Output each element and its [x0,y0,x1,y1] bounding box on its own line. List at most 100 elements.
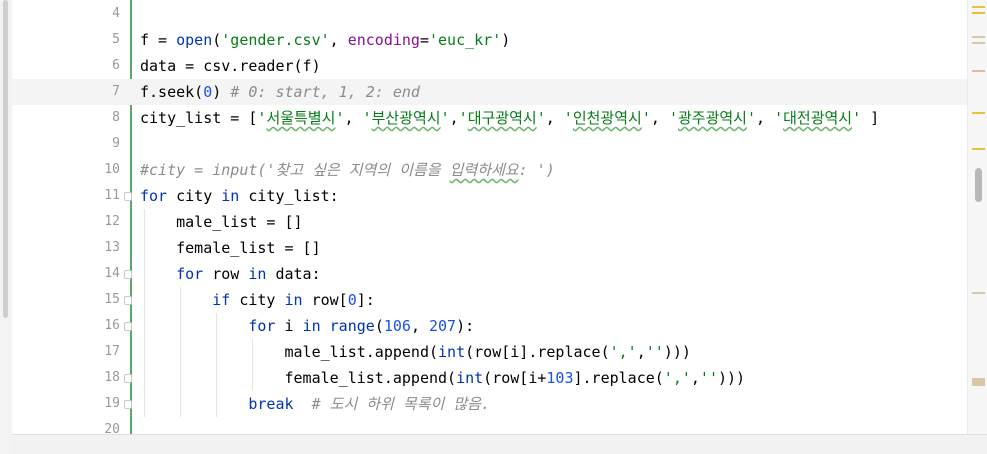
error-stripe-mark[interactable] [972,42,985,44]
code-line[interactable]: 13 female_list = [] [12,235,967,261]
code-token: female_list.append( [140,369,457,387]
code-line[interactable]: 7 f.seek(0) # 0: start, 1, 2: end [12,79,967,105]
line-number: 8 [112,110,120,125]
code-token: city [230,291,285,309]
code-line[interactable]: 18 female_list.append(int(row[i+103].rep… [12,365,967,391]
fold-toggle-icon[interactable] [124,192,132,201]
code-line[interactable]: 5 f = open('gender.csv', encoding='euc_kr… [12,27,967,53]
code-text: female_list.append(int(row[i+103].replac… [140,365,745,391]
code-editor[interactable]: 45f = open('gender.csv', encoding='euc_k… [12,0,967,434]
code-token: ) [501,31,511,49]
code-token: , [545,109,564,127]
code-line[interactable]: 11 for city in city_list: [12,183,967,209]
code-token: city [167,187,222,205]
line-number: 15 [104,292,120,307]
code-token: int [438,343,466,361]
code-text: data = csv.reader(f) [140,53,321,79]
code-token: data: [266,265,321,283]
code-token: f = [140,31,177,49]
code-text: female_list = [] [140,235,321,261]
fold-toggle-icon[interactable] [124,400,132,409]
code-token: 0 [347,291,357,309]
code-token: 인천광역시 [572,109,642,127]
code-token: ' [774,109,784,127]
fold-toggle-icon[interactable] [124,296,132,305]
code-token: city_list: [239,187,339,205]
code-line[interactable]: 17 male_list.append(int(row[i].replace('… [12,339,967,365]
code-line[interactable]: 8 city_list = ['서울특별시', '부산광역시','대구광역시', … [12,105,967,131]
vertical-scrollbar-thumb[interactable] [975,168,982,202]
error-stripe-mark[interactable] [972,148,985,150]
code-text: for city in city_list: [140,183,339,209]
fold-toggle-icon[interactable] [124,374,132,383]
code-token: 광주광역시 [677,109,747,127]
code-token: , [636,343,646,361]
code-token: '' [699,369,718,387]
code-token: 'gender.csv' [221,31,330,49]
code-token: ))) [663,343,691,361]
code-token: , [650,109,669,127]
code-token: i [275,317,303,335]
error-stripe-mark[interactable] [972,6,985,8]
code-token: int [456,369,484,387]
code-token: 서울특별시 [266,109,336,127]
error-stripe-mark[interactable] [972,12,985,14]
code-token: ))) [717,369,746,387]
error-stripe-mark[interactable] [972,112,985,114]
code-token: (row[i+ [483,369,547,387]
line-number: 17 [104,344,120,359]
fold-toggle-icon[interactable] [124,322,132,331]
code-token: data = csv.reader(f) [140,57,321,75]
code-line[interactable]: 15 if city in row[0]: [12,287,967,313]
line-number: 5 [112,32,120,47]
line-number: 16 [104,318,120,333]
line-number: 7 [112,84,120,99]
code-token: ( [374,317,384,335]
code-token: #city = input('찾고 싶은 지역의 이름을 [140,161,450,179]
code-token: (row[i].replace( [465,343,610,361]
line-number: 18 [104,370,120,385]
code-line[interactable]: 9 [12,131,967,157]
error-stripe-panel[interactable] [967,0,987,434]
fold-toggle-icon[interactable] [124,270,132,279]
code-text: male_list = [] [140,209,302,235]
code-token: ' [458,109,468,127]
code-text: male_list.append(int(row[i].replace(',',… [140,339,691,365]
code-line[interactable]: 16 for i in range(106, 207): [12,313,967,339]
code-text: break # 도시 하위 목록이 많음. [140,391,490,417]
code-token: ' [563,109,573,127]
code-token: 'euc_kr' [429,31,502,49]
code-token: 부산광역시 [371,109,441,127]
code-line[interactable]: 14 for row in data: [12,261,967,287]
error-stripe-mark[interactable] [972,36,985,38]
error-stripe-mark[interactable] [972,70,985,72]
code-line[interactable]: 12 male_list = [] [12,209,967,235]
code-text: for i in range(106, 207): [140,313,474,339]
left-scrollbar-thumb[interactable] [3,0,8,318]
code-token: in [221,187,240,205]
code-token: ' [362,109,372,127]
line-number: 20 [104,422,120,434]
code-token: ' [668,109,678,127]
horizontal-scrollbar[interactable] [12,434,987,454]
code-line[interactable]: 6 data = csv.reader(f) [12,53,967,79]
code-line[interactable]: 10 #city = input('찾고 싶은 지역의 이름을 입력하세요: ') [12,157,967,183]
code-text: #city = input('찾고 싶은 지역의 이름을 입력하세요: ') [140,157,555,183]
line-number: 10 [104,162,120,177]
left-panel-strip [0,0,12,454]
code-token: , [449,109,459,127]
code-token: ' [746,109,757,127]
code-token: , [690,369,700,387]
code-token: ' [536,109,546,127]
code-token: 106 [383,317,411,335]
code-line[interactable]: 4 [12,1,967,27]
code-token: for [176,265,204,283]
error-stripe-mark[interactable] [972,378,985,386]
code-token: encoding [347,31,420,49]
code-line[interactable]: 20 [12,417,967,434]
error-stripe-mark[interactable] [972,292,985,294]
code-line[interactable]: 19 break # 도시 하위 목록이 많음. [12,391,967,417]
